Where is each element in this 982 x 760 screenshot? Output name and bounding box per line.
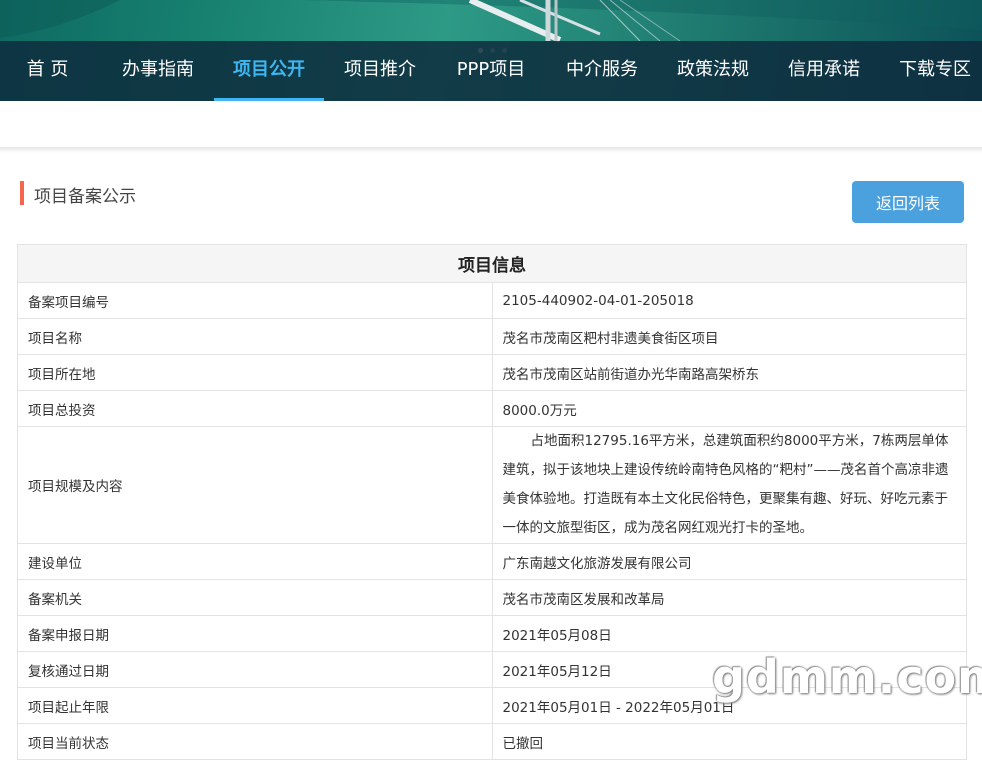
table-row: 建设单位 广东南越文化旅游发展有限公司 xyxy=(17,543,967,580)
row-label: 备案项目编号 xyxy=(17,282,493,319)
row-label: 项目起止年限 xyxy=(17,687,493,724)
nav-item-download[interactable]: 下载专区 xyxy=(881,41,982,101)
table-heading: 项目信息 xyxy=(17,244,967,283)
site-watermark: gdmm.com xyxy=(712,650,982,704)
row-label: 项目所在地 xyxy=(17,354,493,391)
row-label: 备案申报日期 xyxy=(17,615,493,652)
row-label: 项目当前状态 xyxy=(17,723,493,760)
table-row: 备案机关 茂名市茂南区发展和改革局 xyxy=(17,579,967,616)
section-title: 项目备案公示 xyxy=(34,187,136,207)
row-label: 复核通过日期 xyxy=(17,651,493,688)
table-row: 项目总投资 8000.0万元 xyxy=(17,390,967,427)
spacer-band xyxy=(0,101,982,149)
row-value: 广东南越文化旅游发展有限公司 xyxy=(491,543,967,580)
row-value: 茂名市茂南区粑村非遗美食街区项目 xyxy=(491,318,967,355)
row-value: 2105-440902-04-01-205018 xyxy=(491,282,967,319)
row-label: 项目总投资 xyxy=(17,390,493,427)
table-row: 项目名称 茂名市茂南区粑村非遗美食街区项目 xyxy=(17,318,967,355)
back-to-list-button[interactable]: 返回列表 xyxy=(852,181,964,223)
row-value: 已撤回 xyxy=(491,723,967,760)
scope-description: 占地面积12795.16平方米，总建筑面积约8000平方米，7栋两层单体建筑，拟… xyxy=(502,433,949,536)
table-header-row: 项目信息 xyxy=(17,244,967,283)
row-label: 项目规模及内容 xyxy=(17,426,493,544)
main-nav: 首 页 办事指南 项目公开 项目推介 PPP项目 中介服务 政策法规 信用承诺 … xyxy=(0,41,982,101)
nav-item-ppp[interactable]: PPP项目 xyxy=(437,41,545,101)
row-label: 建设单位 xyxy=(17,543,493,580)
row-label: 项目名称 xyxy=(17,318,493,355)
row-value: 8000.0万元 xyxy=(491,390,967,427)
row-value: 茂名市茂南区发展和改革局 xyxy=(491,579,967,616)
row-value: 2021年05月08日 xyxy=(491,615,967,652)
nav-item-guide[interactable]: 办事指南 xyxy=(104,41,212,101)
nav-item-project-public[interactable]: 项目公开 xyxy=(214,41,324,101)
divider-shadow xyxy=(0,147,982,153)
row-label: 备案机关 xyxy=(17,579,493,616)
nav-item-home[interactable]: 首 页 xyxy=(0,41,95,101)
nav-item-project-promotion[interactable]: 项目推介 xyxy=(326,41,434,101)
nav-item-agency[interactable]: 中介服务 xyxy=(548,41,656,101)
table-row: 备案项目编号 2105-440902-04-01-205018 xyxy=(17,282,967,319)
table-row: 项目规模及内容 占地面积12795.16平方米，总建筑面积约8000平方米，7栋… xyxy=(17,426,967,544)
table-row: 项目所在地 茂名市茂南区站前街道办光华南路高架桥东 xyxy=(17,354,967,391)
table-row: 项目当前状态 已撤回 xyxy=(17,723,967,760)
header-banner: 首 页 办事指南 项目公开 项目推介 PPP项目 中介服务 政策法规 信用承诺 … xyxy=(0,0,982,101)
section-accent-bar xyxy=(20,181,24,205)
table-row: 备案申报日期 2021年05月08日 xyxy=(17,615,967,652)
row-value: 占地面积12795.16平方米，总建筑面积约8000平方米，7栋两层单体建筑，拟… xyxy=(491,426,967,544)
nav-item-credit[interactable]: 信用承诺 xyxy=(770,41,878,101)
nav-item-policy[interactable]: 政策法规 xyxy=(659,41,767,101)
row-value: 茂名市茂南区站前街道办光华南路高架桥东 xyxy=(491,354,967,391)
